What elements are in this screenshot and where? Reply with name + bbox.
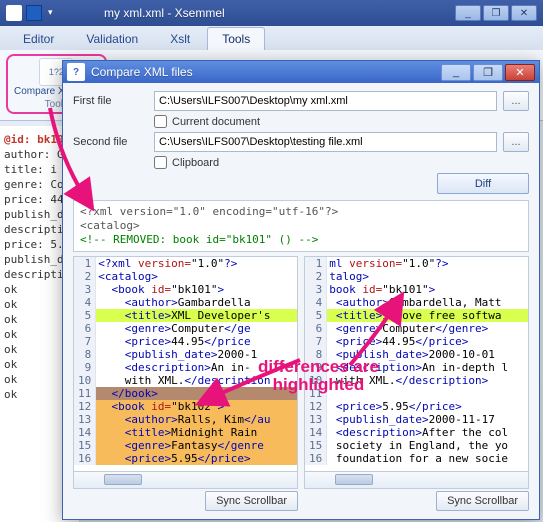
code-line[interactable]: <description>An in- xyxy=(96,361,297,374)
code-line[interactable]: talog> xyxy=(327,270,528,283)
tab-editor[interactable]: Editor xyxy=(8,27,69,50)
dialog-minimize-button[interactable]: _ xyxy=(441,64,471,81)
code-line[interactable]: with XML.</description> xyxy=(327,374,528,387)
code-line[interactable]: <title>Midnight Rain xyxy=(96,426,297,439)
code-line[interactable]: with XML.</description xyxy=(96,374,297,387)
code-line[interactable]: <catalog> xyxy=(96,270,297,283)
right-hscrollbar[interactable] xyxy=(304,472,529,489)
right-pane: 12345678910111213141516 ml version="1.0"… xyxy=(304,256,529,511)
compare-dialog: ? Compare XML files _ ❐ ✕ First file ...… xyxy=(62,60,540,520)
close-button[interactable]: ✕ xyxy=(511,5,537,21)
code-line[interactable]: book id="bk101"> xyxy=(327,283,528,296)
dialog-body: First file ... Current document Second f… xyxy=(63,83,539,519)
code-line[interactable]: foundation for a new socie xyxy=(327,452,528,465)
maximize-button[interactable]: ❐ xyxy=(483,5,509,21)
current-document-label: Current document xyxy=(172,116,260,128)
code-line[interactable]: <author>Gambardella xyxy=(96,296,297,309)
current-document-checkbox[interactable] xyxy=(154,115,167,128)
second-file-input[interactable] xyxy=(154,132,497,152)
minimize-button[interactable]: _ xyxy=(455,5,481,21)
code-line[interactable]: <genre>Fantasy</genre xyxy=(96,439,297,452)
code-line[interactable]: <?xml version="1.0"?> xyxy=(96,257,297,270)
left-code-view[interactable]: 12345678910111213141516 <?xml version="1… xyxy=(73,256,298,472)
code-line[interactable]: </book> xyxy=(96,387,297,400)
code-line[interactable]: <price>5.95</price> xyxy=(327,400,528,413)
left-sync-scrollbar-button[interactable]: Sync Scrollbar xyxy=(205,491,298,511)
code-line[interactable]: <author>Gambardella, Matt xyxy=(327,296,528,309)
dialog-title: Compare XML files xyxy=(91,65,193,79)
code-line[interactable]: <publish_date>2000-1 xyxy=(96,348,297,361)
diff-header-line: <!-- REMOVED: book id="bk101" () --> xyxy=(80,233,522,247)
code-line[interactable]: <description>An in-depth l xyxy=(327,361,528,374)
app-window: ▾ my xml.xml - Xsemmel _ ❐ ✕ EditorValid… xyxy=(0,0,543,522)
code-line[interactable]: society in England, the yo xyxy=(327,439,528,452)
window-title: my xml.xml - Xsemmel xyxy=(104,6,225,20)
diff-button[interactable]: Diff xyxy=(437,173,529,194)
qat-dropdown-icon[interactable]: ▾ xyxy=(48,7,60,19)
code-line[interactable]: <genre>Computer</genre> xyxy=(327,322,528,335)
code-line[interactable]: <book id="bk102"> xyxy=(96,400,297,413)
diff-header-line: <?xml version="1.0" encoding="utf-16"?> xyxy=(80,205,522,219)
dialog-close-button[interactable]: ✕ xyxy=(505,64,535,81)
code-line[interactable]: <description>After the col xyxy=(327,426,528,439)
right-code-view[interactable]: 12345678910111213141516 ml version="1.0"… xyxy=(304,256,529,472)
doc-icon xyxy=(6,5,22,21)
save-icon[interactable] xyxy=(26,5,42,21)
code-line[interactable]: <price>44.95</price> xyxy=(327,335,528,348)
code-line[interactable] xyxy=(327,387,528,400)
left-pane: 12345678910111213141516 <?xml version="1… xyxy=(73,256,298,511)
code-line[interactable]: <price>5.95</price> xyxy=(96,452,297,465)
clipboard-label: Clipboard xyxy=(172,157,219,169)
code-line[interactable]: <title>i love free softwa xyxy=(327,309,528,322)
title-bar: ▾ my xml.xml - Xsemmel _ ❐ ✕ xyxy=(0,0,543,26)
first-file-browse-button[interactable]: ... xyxy=(503,91,529,111)
left-hscrollbar[interactable] xyxy=(73,472,298,489)
clipboard-checkbox[interactable] xyxy=(154,156,167,169)
dialog-icon: ? xyxy=(67,63,85,81)
code-line[interactable]: ml version="1.0"?> xyxy=(327,257,528,270)
first-file-input[interactable] xyxy=(154,91,497,111)
code-line[interactable]: <price>44.95</price xyxy=(96,335,297,348)
code-line[interactable]: <publish_date>2000-11-17 xyxy=(327,413,528,426)
diff-header-line: <catalog> xyxy=(80,219,522,233)
diff-header: <?xml version="1.0" encoding="utf-16"?> … xyxy=(73,200,529,252)
tab-tools[interactable]: Tools xyxy=(207,27,265,50)
tab-validation[interactable]: Validation xyxy=(71,27,153,50)
code-line[interactable]: <title>XML Developer's xyxy=(96,309,297,322)
code-line[interactable]: <publish_date>2000-10-01 xyxy=(327,348,528,361)
ribbon-tabs: EditorValidationXsltTools xyxy=(0,26,543,50)
second-file-label: Second file xyxy=(73,136,148,148)
right-sync-scrollbar-button[interactable]: Sync Scrollbar xyxy=(436,491,529,511)
code-line[interactable]: <book id="bk101"> xyxy=(96,283,297,296)
dialog-title-bar[interactable]: ? Compare XML files _ ❐ ✕ xyxy=(63,61,539,83)
code-line[interactable]: <genre>Computer</ge xyxy=(96,322,297,335)
code-line[interactable]: <author>Ralls, Kim</au xyxy=(96,413,297,426)
second-file-browse-button[interactable]: ... xyxy=(503,132,529,152)
tab-xslt[interactable]: Xslt xyxy=(155,27,205,50)
first-file-label: First file xyxy=(73,95,148,107)
dialog-maximize-button[interactable]: ❐ xyxy=(473,64,503,81)
